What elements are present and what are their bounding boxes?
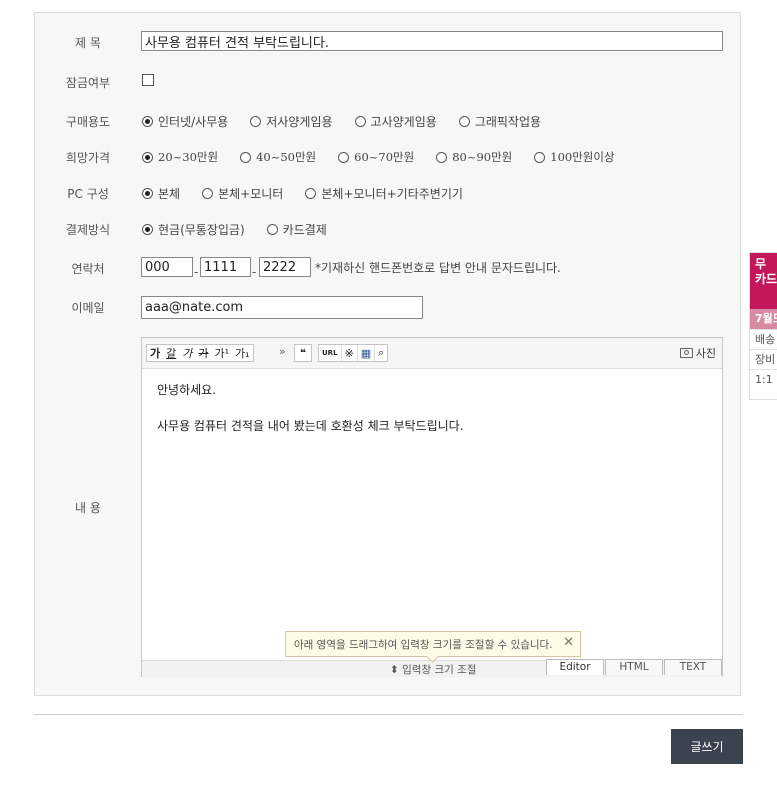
- editor-content-area[interactable]: 안녕하세요. 사무용 컴퓨터 견적을 내어 봤는데 호환성 체크 부탁드립니다.: [157, 381, 464, 453]
- phone-separator: -: [194, 265, 199, 279]
- purpose-option-internet[interactable]: 인터넷/사무용: [142, 113, 228, 130]
- radio-checked-icon: [142, 151, 153, 163]
- radio-icon: [266, 224, 278, 235]
- budget-option-40-50[interactable]: 40~50만원: [240, 149, 316, 165]
- radio-icon: [202, 188, 214, 199]
- phone-part1-input[interactable]: [141, 257, 193, 277]
- close-icon[interactable]: ✕: [563, 635, 574, 650]
- camera-icon: [679, 348, 693, 358]
- radio-icon: [240, 151, 252, 163]
- radio-checked-icon: [142, 188, 153, 199]
- rich-text-editor: 가 갈 가 가 가¹ 가₁ » ❝ URL ※ ▦ ⌕ 사진 안녕하세요. 사무…: [141, 337, 723, 677]
- contact-label: 연락처: [71, 262, 105, 276]
- budget-radio-group: 20~30만원 40~50만원 60~70만원 80~90만원 100만원이상: [142, 149, 637, 165]
- content-line: 사무용 컴퓨터 견적을 내어 봤는데 호환성 체크 부탁드립니다.: [157, 419, 464, 433]
- italic-button[interactable]: 가: [179, 345, 195, 361]
- purpose-option-high-game[interactable]: 고사양게임용: [354, 113, 437, 130]
- resize-tooltip-text: 아래 영역을 드래그하여 입력창 크기를 조절할 수 있습니다.: [294, 638, 553, 651]
- divider: [34, 714, 743, 715]
- side-banner-item[interactable]: 1:1: [750, 369, 777, 389]
- tab-text[interactable]: TEXT: [664, 659, 722, 675]
- editor-mode-tabs: Editor HTML TEXT: [545, 659, 722, 675]
- content-label: 내 용: [75, 501, 101, 515]
- side-banner-item[interactable]: 배송: [750, 329, 777, 349]
- payment-option-card[interactable]: 카드결제: [266, 221, 327, 238]
- resize-tooltip: 아래 영역을 드래그하여 입력창 크기를 조절할 수 있습니다. ✕: [285, 631, 581, 663]
- side-banner[interactable]: 무 카드 7월모 배송 장비 1:1: [749, 252, 777, 400]
- lock-checkbox[interactable]: [142, 74, 154, 86]
- strikethrough-button[interactable]: 가: [195, 345, 211, 361]
- payment-label: 결제방식: [65, 223, 111, 237]
- email-input[interactable]: [141, 296, 423, 319]
- side-banner-headline: 무 카드: [750, 253, 777, 309]
- phone-note: *기재하신 핸드폰번호로 답변 안내 문자드립니다.: [315, 261, 561, 275]
- editor-toolbar: 가 갈 가 가 가¹ 가₁ » ❝ URL ※ ▦ ⌕ 사진: [142, 338, 722, 369]
- radio-checked-icon: [142, 224, 153, 235]
- phone-separator: -: [252, 265, 257, 279]
- radio-icon: [534, 151, 546, 163]
- title-input[interactable]: [141, 31, 723, 51]
- radio-checked-icon: [142, 116, 153, 127]
- tab-html[interactable]: HTML: [605, 659, 663, 675]
- content-line: 안녕하세요.: [157, 383, 217, 397]
- purpose-radio-group: 인터넷/사무용 저사양게임용 고사양게임용 그래픽작업용: [142, 113, 563, 130]
- resize-handle[interactable]: ⬍ 입력창 크기 조절: [390, 662, 476, 677]
- radio-icon: [354, 116, 366, 127]
- radio-icon: [250, 116, 262, 127]
- budget-label: 희망가격: [65, 151, 111, 165]
- url-link-icon[interactable]: URL: [319, 345, 342, 361]
- radio-icon: [305, 188, 317, 199]
- radio-icon: [436, 151, 448, 163]
- purpose-label: 구매용도: [65, 115, 111, 129]
- more-tools-button[interactable]: »: [279, 345, 286, 358]
- payment-radio-group: 현금(무통장입금) 카드결제: [142, 221, 349, 238]
- email-label: 이메일: [71, 301, 105, 315]
- budget-option-20-30[interactable]: 20~30만원: [142, 149, 218, 165]
- pc-config-option-body[interactable]: 본체: [142, 185, 180, 202]
- side-banner-item[interactable]: 장비: [750, 349, 777, 369]
- photo-upload-button[interactable]: 사진: [679, 345, 716, 361]
- bold-button[interactable]: 가: [147, 345, 163, 361]
- budget-option-100-plus[interactable]: 100만원이상: [534, 149, 615, 165]
- pc-config-radio-group: 본체 본체+모니터 본체+모니터+기타주변기기: [142, 185, 485, 202]
- radio-icon: [338, 151, 350, 163]
- underline-button[interactable]: 갈: [163, 345, 179, 361]
- pc-config-option-full[interactable]: 본체+모니터+기타주변기기: [305, 185, 463, 202]
- budget-option-80-90[interactable]: 80~90만원: [436, 149, 512, 165]
- subscript-button[interactable]: 가₁: [232, 345, 253, 361]
- insert-tools-group: URL ※ ▦ ⌕: [318, 344, 389, 362]
- pc-config-label: PC 구성: [67, 187, 109, 201]
- budget-option-60-70[interactable]: 60~70만원: [338, 149, 414, 165]
- phone-part2-input[interactable]: [200, 257, 251, 277]
- side-banner-month: 7월모: [750, 309, 777, 329]
- phone-part3-input[interactable]: [259, 257, 311, 277]
- submit-button[interactable]: 글쓰기: [671, 729, 743, 764]
- quote-icon[interactable]: ❝: [297, 345, 309, 361]
- tab-editor[interactable]: Editor: [546, 659, 604, 675]
- purpose-option-graphics[interactable]: 그래픽작업용: [458, 113, 541, 130]
- radio-icon: [458, 116, 470, 127]
- font-style-group: 가 갈 가 가 가¹ 가₁: [146, 344, 254, 362]
- payment-option-cash[interactable]: 현금(무통장입금): [142, 221, 245, 238]
- lock-label: 잠금여부: [65, 76, 111, 90]
- superscript-button[interactable]: 가¹: [212, 345, 233, 361]
- purpose-option-low-game[interactable]: 저사양게임용: [250, 113, 333, 130]
- special-char-icon[interactable]: ※: [342, 345, 358, 361]
- pc-config-option-body-monitor[interactable]: 본체+모니터: [202, 185, 283, 202]
- search-icon[interactable]: ⌕: [375, 345, 387, 361]
- title-label: 제 목: [75, 36, 101, 50]
- quote-group: ❝: [294, 344, 312, 362]
- table-icon[interactable]: ▦: [358, 345, 376, 361]
